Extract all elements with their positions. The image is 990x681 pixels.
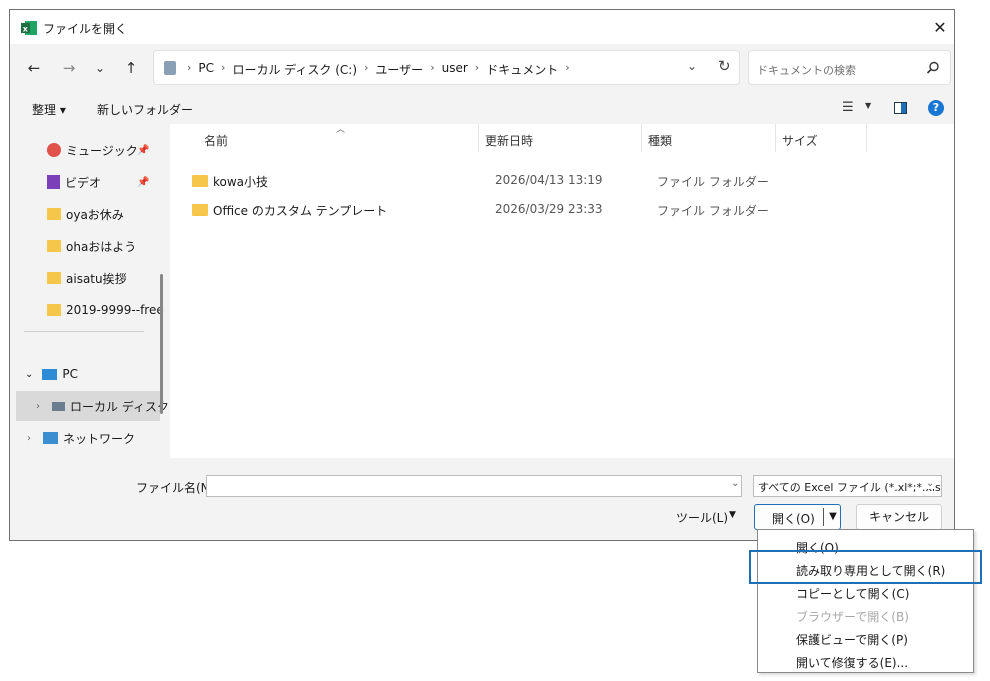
navigation-pane: ミュージック 📌 ビデオ 📌 oyaお休み ohaおはよう aisatu挨拶 2… bbox=[10, 124, 170, 458]
excel-app-icon: x bbox=[21, 21, 37, 35]
column-header-name[interactable]: 名前 bbox=[204, 132, 228, 149]
nav-scrollbar[interactable] bbox=[160, 274, 163, 414]
breadcrumb-separator: › bbox=[221, 61, 226, 74]
sidebar-item-network[interactable]: › ネットワーク bbox=[27, 423, 170, 453]
navigation-bar: ← → ⌄ ↑ › PC › ローカル ディスク (C:) › ユーザー › u… bbox=[10, 44, 954, 92]
list-item[interactable]: Office のカスタム テンプレート 2026/03/29 23:33 ファイ… bbox=[192, 197, 932, 223]
video-icon bbox=[47, 175, 60, 189]
list-item[interactable]: kowa小技 2026/04/13 13:19 ファイル フォルダー bbox=[192, 168, 932, 194]
filename-input[interactable]: ⌄ bbox=[206, 475, 742, 497]
recent-locations-chevron-icon[interactable]: ⌄ bbox=[90, 58, 110, 78]
sidebar-item-oha[interactable]: ohaおはよう bbox=[47, 231, 170, 261]
column-header-size[interactable]: サイズ bbox=[782, 132, 818, 149]
close-button[interactable]: ✕ bbox=[930, 18, 950, 38]
window-title: ファイルを開く bbox=[43, 22, 128, 36]
column-header-date[interactable]: 更新日時 bbox=[485, 132, 533, 149]
open-button[interactable]: 開く(O) bbox=[772, 510, 815, 527]
bottom-panel: ファイル名(N): ⌄ すべての Excel ファイル (*.xl*;*.xls… bbox=[10, 458, 954, 540]
sidebar-item-2019[interactable]: 2019-9999--free bbox=[47, 295, 170, 325]
folder-icon bbox=[47, 240, 61, 252]
column-divider[interactable] bbox=[775, 124, 776, 152]
svg-text:x: x bbox=[23, 25, 29, 34]
folder-icon bbox=[47, 272, 61, 284]
organize-menu[interactable]: 整理 ▾ bbox=[32, 101, 66, 118]
file-type-select[interactable]: すべての Excel ファイル (*.xl*;*.xlsx; ⌄ bbox=[753, 475, 942, 497]
pc-icon bbox=[42, 368, 58, 380]
address-bar[interactable]: › PC › ローカル ディスク (C:) › ユーザー › user › ドキ… bbox=[153, 50, 740, 85]
highlight-annotation bbox=[749, 550, 982, 584]
sidebar-item-videos[interactable]: ビデオ 📌 bbox=[47, 167, 170, 197]
expand-chevron-icon[interactable]: › bbox=[36, 401, 40, 412]
column-divider[interactable] bbox=[478, 124, 479, 152]
sidebar-item-local-disk[interactable]: › ローカル ディスク bbox=[16, 391, 169, 421]
preview-pane-icon[interactable] bbox=[894, 102, 907, 114]
open-split-button[interactable]: 開く(O) ▼ bbox=[754, 504, 841, 530]
column-divider[interactable] bbox=[641, 124, 642, 152]
forward-arrow-icon[interactable]: → bbox=[59, 58, 79, 78]
nav-divider bbox=[24, 331, 144, 332]
title-bar: x ファイルを開く ✕ bbox=[10, 10, 954, 44]
tools-menu[interactable]: ツール(L) bbox=[676, 509, 728, 526]
network-icon bbox=[43, 432, 58, 444]
music-icon bbox=[47, 143, 61, 157]
column-divider[interactable] bbox=[866, 124, 867, 152]
chevron-down-icon[interactable]: ⌄ bbox=[926, 478, 935, 489]
view-dropdown-icon[interactable]: ▼ bbox=[865, 101, 871, 110]
breadcrumb-separator: › bbox=[430, 61, 435, 74]
help-icon[interactable]: ? bbox=[928, 100, 944, 116]
split-divider bbox=[823, 508, 824, 526]
refresh-icon[interactable]: ↻ bbox=[718, 57, 731, 75]
breadcrumb-separator: › bbox=[474, 61, 480, 74]
breadcrumb: › PC › ローカル ディスク (C:) › ユーザー › user › ドキ… bbox=[180, 61, 577, 78]
folder-icon bbox=[192, 175, 208, 187]
disk-icon bbox=[52, 401, 65, 411]
expand-chevron-icon[interactable]: ⌄ bbox=[25, 369, 33, 380]
location-icon bbox=[164, 61, 176, 75]
sidebar-item-oya[interactable]: oyaお休み bbox=[47, 199, 170, 229]
pin-icon: 📌 bbox=[137, 144, 150, 156]
file-list: ︿ 名前 更新日時 種類 サイズ kowa小技 2026/04/13 13:19… bbox=[170, 124, 954, 458]
new-folder-button[interactable]: 新しいフォルダー bbox=[97, 101, 193, 118]
sidebar-item-music[interactable]: ミュージック 📌 bbox=[47, 135, 170, 165]
cancel-button[interactable]: キャンセル bbox=[856, 504, 942, 530]
open-options-dropdown-icon[interactable]: ▼ bbox=[825, 507, 841, 527]
breadcrumb-separator[interactable]: › bbox=[565, 61, 569, 78]
sort-ascending-icon: ︿ bbox=[336, 125, 346, 135]
command-bar: 整理 ▾ 新しいフォルダー ☰ ▼ ? bbox=[10, 92, 954, 124]
menu-item-open-as-copy[interactable]: コピーとして開く(C) bbox=[796, 585, 909, 602]
address-history-chevron-icon[interactable]: ⌄ bbox=[687, 59, 697, 73]
menu-item-open-in-browser: ブラウザーで開く(B) bbox=[796, 610, 909, 624]
expand-chevron-icon[interactable]: › bbox=[27, 433, 31, 444]
column-header-type[interactable]: 種類 bbox=[648, 132, 672, 149]
folder-icon bbox=[47, 304, 61, 316]
search-icon[interactable] bbox=[925, 60, 941, 76]
sidebar-item-aisatu[interactable]: aisatu挨拶 bbox=[47, 263, 170, 293]
search-placeholder: ドキュメントの検索 bbox=[757, 64, 856, 77]
pin-icon: 📌 bbox=[137, 176, 150, 188]
sidebar-item-pc[interactable]: ⌄ PC bbox=[25, 359, 170, 389]
breadcrumb-documents[interactable]: ドキュメント bbox=[486, 61, 558, 78]
menu-item-open-protected-view[interactable]: 保護ビューで開く(P) bbox=[796, 631, 908, 648]
view-options-icon[interactable]: ☰ bbox=[842, 100, 854, 115]
breadcrumb-users[interactable]: ユーザー bbox=[375, 61, 423, 78]
breadcrumb-separator: › bbox=[364, 61, 369, 74]
up-arrow-icon[interactable]: ↑ bbox=[121, 58, 141, 78]
open-file-dialog: x ファイルを開く ✕ ← → ⌄ ↑ › PC › ローカル ディスク (C:… bbox=[9, 9, 955, 541]
chevron-down-icon[interactable]: ⌄ bbox=[731, 478, 739, 489]
tools-dropdown-icon[interactable]: ▼ bbox=[729, 510, 736, 520]
breadcrumb-local-disk[interactable]: ローカル ディスク (C:) bbox=[232, 61, 357, 78]
breadcrumb-pc[interactable]: PC bbox=[198, 61, 214, 78]
back-arrow-icon[interactable]: ← bbox=[24, 58, 44, 78]
breadcrumb-separator: › bbox=[187, 61, 192, 74]
folder-icon bbox=[47, 208, 61, 220]
search-box[interactable]: ドキュメントの検索 bbox=[748, 50, 951, 85]
menu-item-open-and-repair[interactable]: 開いて修復する(E)... bbox=[796, 654, 908, 671]
folder-icon bbox=[192, 204, 208, 216]
breadcrumb-user[interactable]: user bbox=[442, 61, 468, 78]
